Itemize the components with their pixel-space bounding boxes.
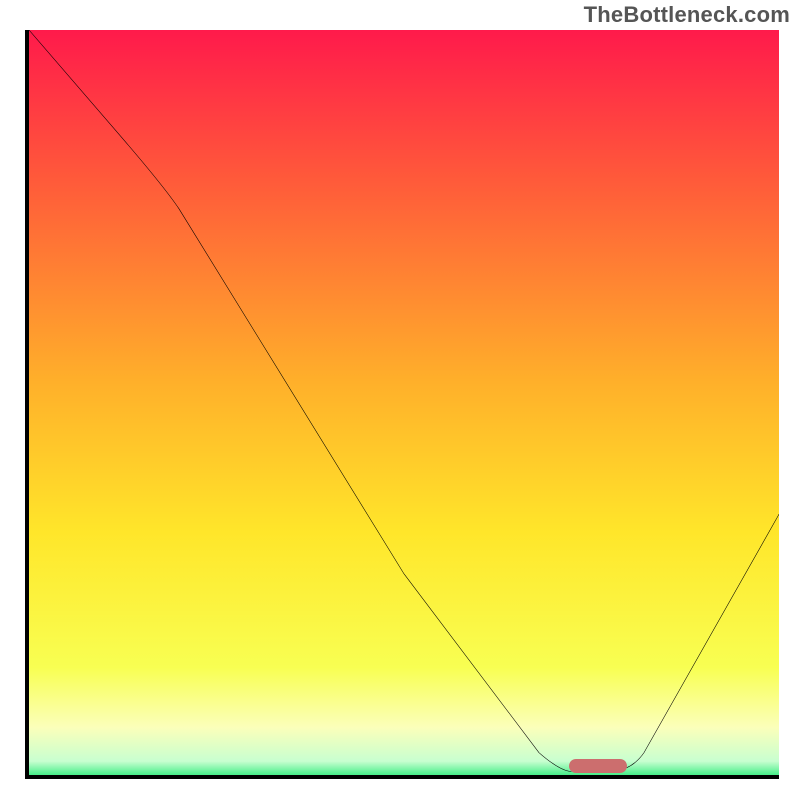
watermark-text: TheBottleneck.com — [584, 2, 790, 28]
chart-frame: TheBottleneck.com — [0, 0, 800, 800]
bottleneck-curve — [29, 30, 779, 775]
plot-area — [25, 30, 779, 779]
optimal-range-marker — [569, 759, 627, 773]
